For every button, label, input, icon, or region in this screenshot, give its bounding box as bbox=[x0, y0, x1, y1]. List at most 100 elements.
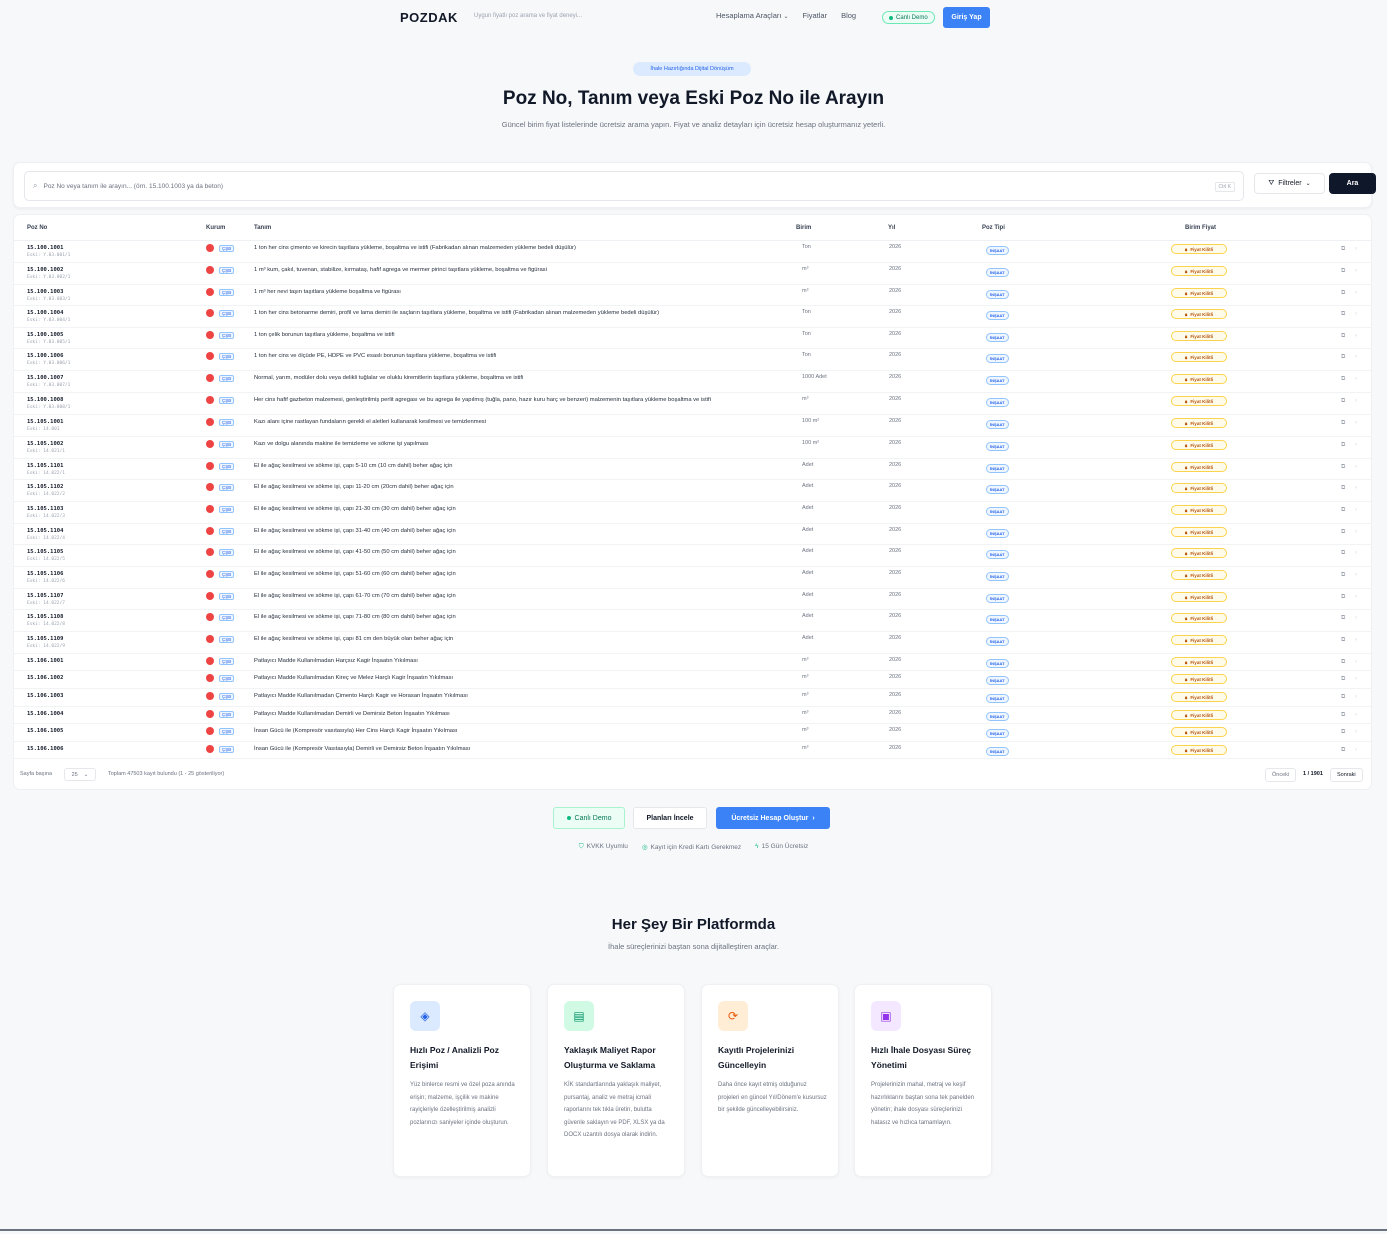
next-page-button[interactable]: Sonraki bbox=[1330, 768, 1363, 782]
table-row[interactable]: 15.106.1006 ÇŞB İnsan Gücü ile (Kompresör … bbox=[14, 742, 1371, 759]
copy-icon[interactable]: ⧉ bbox=[1341, 594, 1345, 601]
locked-price-badge[interactable]: 🔒︎ Fiyat Kilitli bbox=[1171, 244, 1227, 254]
locked-price-badge[interactable]: 🔒︎ Fiyat Kilitli bbox=[1171, 462, 1227, 472]
col-tanim[interactable]: Tanım bbox=[254, 225, 271, 231]
table-row[interactable]: 15.105.1103 Eski: 14.022/3 ÇŞB El ile ağaç … bbox=[14, 502, 1371, 524]
table-row[interactable]: 15.106.1004 ÇŞB Patlayıcı Madde Kullanılma… bbox=[14, 707, 1371, 724]
copy-icon[interactable]: ⧉ bbox=[1341, 637, 1345, 644]
copy-icon[interactable]: ⧉ bbox=[1341, 420, 1345, 427]
copy-icon[interactable]: ⧉ bbox=[1341, 550, 1345, 557]
table-row[interactable]: 15.105.1106 Eski: 14.022/6 ÇŞB El ile ağaç … bbox=[14, 567, 1371, 589]
locked-price-badge[interactable]: 🔒︎ Fiyat Kilitli bbox=[1171, 570, 1227, 580]
table-row[interactable]: 15.106.1005 ÇŞB İnsan Gücü ile (Kompresör … bbox=[14, 724, 1371, 742]
col-poz-no[interactable]: Poz No bbox=[27, 225, 47, 231]
col-birim[interactable]: Birim bbox=[796, 225, 811, 231]
copy-icon[interactable]: ⧉ bbox=[1341, 398, 1345, 405]
locked-price-badge[interactable]: 🔒︎ Fiyat Kilitli bbox=[1171, 635, 1227, 645]
live-demo-button[interactable]: Canlı Demo bbox=[553, 807, 625, 829]
copy-icon[interactable]: ⧉ bbox=[1341, 464, 1345, 471]
locked-price-badge[interactable]: 🔒︎ Fiyat Kilitli bbox=[1171, 710, 1227, 720]
chevron-right-icon[interactable]: › bbox=[1355, 311, 1357, 317]
nav-blog[interactable]: Blog bbox=[841, 11, 856, 20]
copy-icon[interactable]: ⧉ bbox=[1341, 485, 1345, 492]
logo[interactable]: POZDAK bbox=[400, 10, 458, 25]
search-button[interactable]: Ara bbox=[1329, 173, 1376, 194]
locked-price-badge[interactable]: 🔒︎ Fiyat Kilitli bbox=[1171, 418, 1227, 428]
table-row[interactable]: 15.105.1002 Eski: 14.021/1 ÇŞB Kazı ve dolg… bbox=[14, 437, 1371, 459]
table-row[interactable]: 15.105.1001 Eski: 14.001 ÇŞB Kazı alanı içi… bbox=[14, 415, 1371, 437]
table-row[interactable]: 15.105.1104 Eski: 14.022/4 ÇŞB El ile ağaç … bbox=[14, 524, 1371, 545]
chevron-right-icon[interactable]: › bbox=[1355, 485, 1357, 491]
locked-price-badge[interactable]: 🔒︎ Fiyat Kilitli bbox=[1171, 727, 1227, 737]
search-input[interactable]: ⌕ Poz No veya tanım ile arayın... (örn. … bbox=[24, 171, 1244, 201]
table-row[interactable]: 15.105.1109 Eski: 14.022/9 ÇŞB El ile ağaç … bbox=[14, 632, 1371, 654]
locked-price-badge[interactable]: 🔒︎ Fiyat Kilitli bbox=[1171, 396, 1227, 406]
view-plans-button[interactable]: Planları İncele bbox=[633, 807, 707, 829]
chevron-right-icon[interactable]: › bbox=[1355, 354, 1357, 360]
login-button[interactable]: Giriş Yap bbox=[943, 7, 990, 28]
live-demo-badge[interactable]: Canlı Demo bbox=[882, 11, 935, 24]
locked-price-badge[interactable]: 🔒︎ Fiyat Kilitli bbox=[1171, 374, 1227, 384]
signup-button[interactable]: Ücretsiz Hesap Oluştur › bbox=[716, 807, 830, 829]
chevron-right-icon[interactable]: › bbox=[1355, 694, 1357, 700]
copy-icon[interactable]: ⧉ bbox=[1341, 676, 1345, 683]
copy-icon[interactable]: ⧉ bbox=[1341, 246, 1345, 253]
table-row[interactable]: 15.105.1107 Eski: 14.022/7 ÇŞB El ile ağaç … bbox=[14, 589, 1371, 610]
nav-pricing[interactable]: Fiyatlar bbox=[802, 11, 827, 20]
chevron-right-icon[interactable]: › bbox=[1355, 333, 1357, 339]
chevron-right-icon[interactable]: › bbox=[1355, 637, 1357, 643]
copy-icon[interactable]: ⧉ bbox=[1341, 712, 1345, 719]
table-row[interactable]: 15.105.1101 Eski: 14.022/1 ÇŞB El ile ağaç … bbox=[14, 459, 1371, 480]
copy-icon[interactable]: ⧉ bbox=[1341, 659, 1345, 666]
table-row[interactable]: 15.106.1001 ÇŞB Patlayıcı Madde Kullanılma… bbox=[14, 654, 1371, 671]
locked-price-badge[interactable]: 🔒︎ Fiyat Kilitli bbox=[1171, 692, 1227, 702]
copy-icon[interactable]: ⧉ bbox=[1341, 333, 1345, 340]
copy-icon[interactable]: ⧉ bbox=[1341, 747, 1345, 754]
page-size-select[interactable]: 25 ⌄ bbox=[64, 768, 96, 781]
locked-price-badge[interactable]: 🔒︎ Fiyat Kilitli bbox=[1171, 674, 1227, 684]
nav-calculation-tools[interactable]: Hesaplama Araçları ⌄ bbox=[716, 11, 788, 20]
copy-icon[interactable]: ⧉ bbox=[1341, 354, 1345, 361]
copy-icon[interactable]: ⧉ bbox=[1341, 507, 1345, 514]
locked-price-badge[interactable]: 🔒︎ Fiyat Kilitli bbox=[1171, 505, 1227, 515]
locked-price-badge[interactable]: 🔒︎ Fiyat Kilitli bbox=[1171, 288, 1227, 298]
locked-price-badge[interactable]: 🔒︎ Fiyat Kilitli bbox=[1171, 309, 1227, 319]
prev-page-button[interactable]: Önceki bbox=[1265, 768, 1297, 782]
chevron-right-icon[interactable]: › bbox=[1355, 507, 1357, 513]
copy-icon[interactable]: ⧉ bbox=[1341, 268, 1345, 275]
col-yil[interactable]: Yıl bbox=[888, 225, 895, 231]
table-row[interactable]: 15.105.1102 Eski: 14.022/2 ÇŞB El ile ağaç … bbox=[14, 480, 1371, 502]
locked-price-badge[interactable]: 🔒︎ Fiyat Kilitli bbox=[1171, 548, 1227, 558]
chevron-right-icon[interactable]: › bbox=[1355, 246, 1357, 252]
chevron-right-icon[interactable]: › bbox=[1355, 398, 1357, 404]
chevron-right-icon[interactable]: › bbox=[1355, 659, 1357, 665]
chevron-right-icon[interactable]: › bbox=[1355, 747, 1357, 753]
copy-icon[interactable]: ⧉ bbox=[1341, 572, 1345, 579]
locked-price-badge[interactable]: 🔒︎ Fiyat Kilitli bbox=[1171, 592, 1227, 602]
locked-price-badge[interactable]: 🔒︎ Fiyat Kilitli bbox=[1171, 527, 1227, 537]
header-search-hint[interactable]: Uygun fiyatlı poz arama ve fiyat deneyi.… bbox=[474, 13, 582, 19]
chevron-right-icon[interactable]: › bbox=[1355, 420, 1357, 426]
table-row[interactable]: 15.100.1006 Eski: Y.03.006/1 ÇŞB 1 ton her … bbox=[14, 349, 1371, 371]
copy-icon[interactable]: ⧉ bbox=[1341, 694, 1345, 701]
col-birim-fiyat[interactable]: Birim Fiyat bbox=[1185, 225, 1216, 231]
table-row[interactable]: 15.100.1002 Eski: Y.03.002/1 ÇŞB 1 m³ kum, … bbox=[14, 263, 1371, 285]
copy-icon[interactable]: ⧉ bbox=[1341, 290, 1345, 297]
copy-icon[interactable]: ⧉ bbox=[1341, 311, 1345, 318]
chevron-right-icon[interactable]: › bbox=[1355, 729, 1357, 735]
filters-button[interactable]: ⛛ Filtreler ⌄ bbox=[1254, 173, 1325, 194]
chevron-right-icon[interactable]: › bbox=[1355, 529, 1357, 535]
table-row[interactable]: 15.100.1008 Eski: Y.03.008/1 ÇŞB Her cins h… bbox=[14, 393, 1371, 415]
table-row[interactable]: 15.100.1005 Eski: Y.03.005/1 ÇŞB 1 ton çeli… bbox=[14, 328, 1371, 349]
table-row[interactable]: 15.100.1001 Eski: Y.03.001/1 ÇŞB 1 ton her … bbox=[14, 241, 1371, 263]
locked-price-badge[interactable]: 🔒︎ Fiyat Kilitli bbox=[1171, 483, 1227, 493]
table-row[interactable]: 15.100.1003 Eski: Y.03.003/1 ÇŞB 1 m³ her n… bbox=[14, 285, 1371, 306]
table-row[interactable]: 15.105.1108 Eski: 14.022/8 ÇŞB El ile ağaç … bbox=[14, 610, 1371, 632]
chevron-right-icon[interactable]: › bbox=[1355, 615, 1357, 621]
locked-price-badge[interactable]: 🔒︎ Fiyat Kilitli bbox=[1171, 331, 1227, 341]
locked-price-badge[interactable]: 🔒︎ Fiyat Kilitli bbox=[1171, 266, 1227, 276]
chevron-right-icon[interactable]: › bbox=[1355, 376, 1357, 382]
chevron-right-icon[interactable]: › bbox=[1355, 550, 1357, 556]
table-row[interactable]: 15.106.1002 ÇŞB Patlayıcı Madde Kullanılma… bbox=[14, 671, 1371, 689]
copy-icon[interactable]: ⧉ bbox=[1341, 615, 1345, 622]
